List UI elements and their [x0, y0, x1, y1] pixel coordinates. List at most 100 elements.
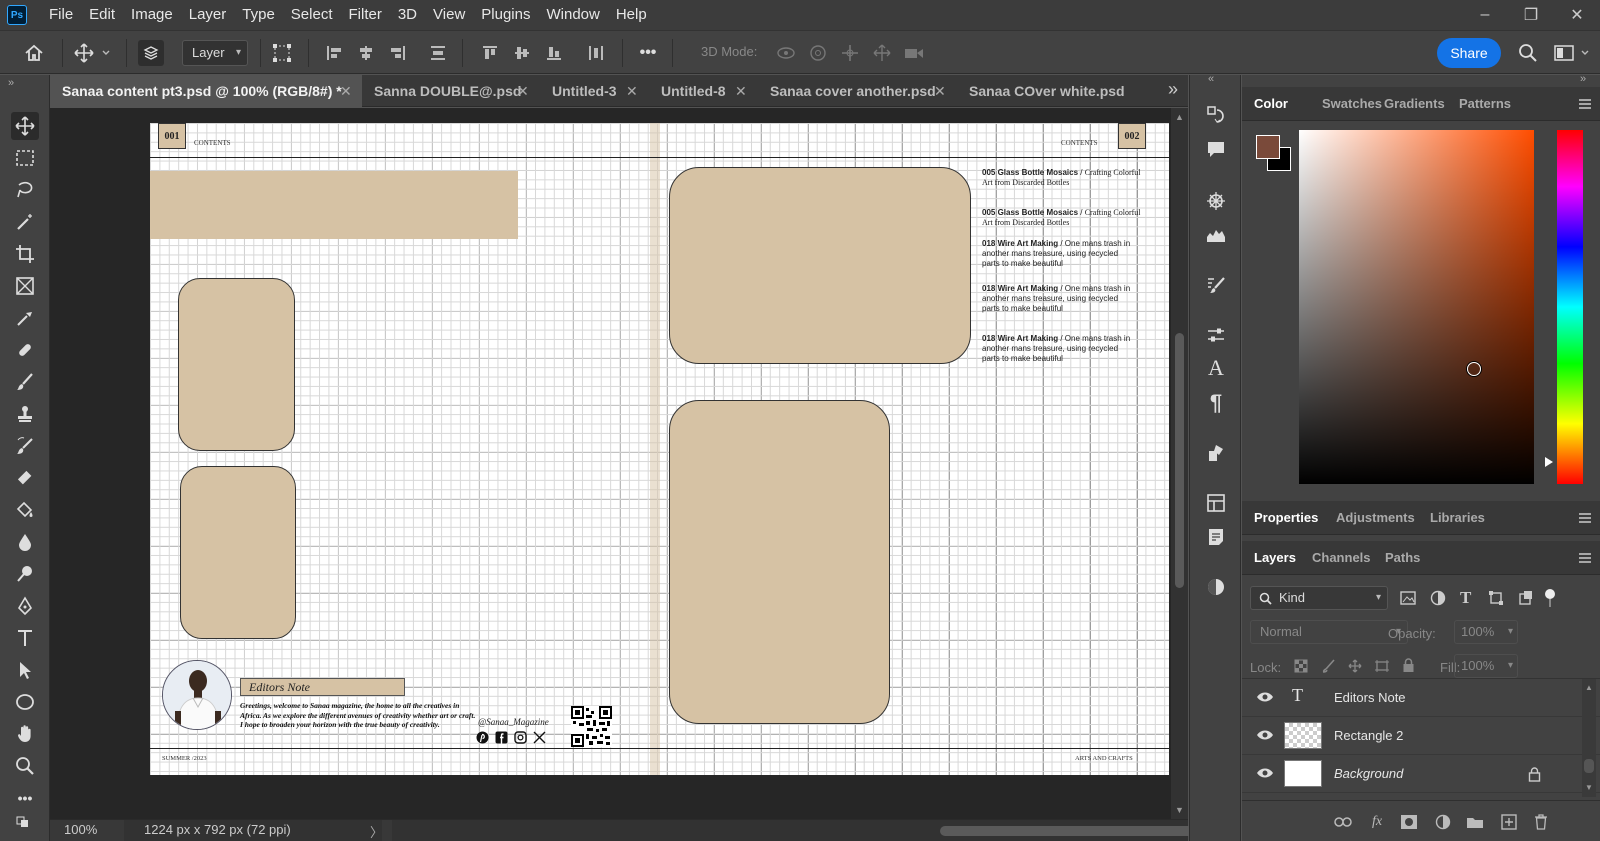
adjustment-filter-icon[interactable] [1430, 590, 1446, 606]
lock-position-icon[interactable] [1348, 659, 1362, 673]
shape-filter-icon[interactable] [1488, 590, 1504, 606]
menu-filter[interactable]: Filter [341, 0, 390, 30]
chevron-down-icon[interactable] [100, 41, 112, 65]
path-selection-icon[interactable] [11, 656, 39, 684]
chevron-down-icon[interactable] [1578, 41, 1592, 65]
tab-properties[interactable]: Properties [1254, 501, 1318, 535]
layer-name[interactable]: Background [1334, 755, 1403, 793]
scroll-up-icon[interactable]: ▲ [1175, 112, 1184, 122]
tab-paths[interactable]: Paths [1385, 541, 1420, 575]
history-panel-icon[interactable] [1203, 102, 1229, 128]
panel-menu-icon[interactable] [1578, 98, 1592, 110]
menu-3d[interactable]: 3D [390, 0, 425, 30]
auto-select-target-dropdown[interactable]: Layer ▾ [182, 40, 248, 66]
align-bottom-icon[interactable] [542, 41, 566, 65]
tab-sanna-double[interactable]: Sanna DOUBLE@.psd ✕ [362, 75, 540, 107]
menu-window[interactable]: Window [538, 0, 607, 30]
home-icon[interactable] [22, 41, 46, 65]
distribute-icon[interactable] [426, 41, 450, 65]
collapse-icon[interactable]: « [1208, 73, 1214, 85]
restore-button[interactable]: ❐ [1508, 0, 1554, 30]
menu-view[interactable]: View [425, 0, 473, 30]
edit-toolbar-icon[interactable]: ••• [11, 784, 39, 812]
search-icon[interactable] [1516, 41, 1540, 65]
move-tool-icon[interactable] [11, 112, 39, 140]
tab-untitled-8[interactable]: Untitled-8 ✕ [649, 75, 758, 107]
magic-wand-icon[interactable] [11, 208, 39, 236]
tab-sanaa-cover-another[interactable]: Sanaa cover another.psd ✕ [758, 75, 957, 107]
histogram-panel-icon[interactable] [1203, 221, 1229, 247]
horizontal-scroll-thumb[interactable] [940, 826, 1230, 836]
menu-help[interactable]: Help [608, 0, 655, 30]
paragraph-panel-icon[interactable]: ¶ [1203, 390, 1229, 416]
menu-file[interactable]: File [41, 0, 81, 30]
brushes-panel-icon[interactable] [1203, 272, 1229, 298]
eye-icon[interactable] [1256, 690, 1274, 704]
hue-slider-handle[interactable] [1545, 457, 1553, 467]
menu-image[interactable]: Image [123, 0, 181, 30]
properties-panel-icon[interactable] [1203, 322, 1229, 348]
align-hcenter-icon[interactable] [354, 41, 378, 65]
blur-tool-icon[interactable] [11, 528, 39, 556]
foreground-color-swatch[interactable] [1256, 135, 1280, 159]
3d-camera-icon[interactable] [902, 41, 926, 65]
eye-icon[interactable] [1256, 766, 1274, 780]
minimize-button[interactable]: – [1462, 0, 1508, 30]
tab-gradients[interactable]: Gradients [1384, 87, 1445, 121]
menu-layer[interactable]: Layer [181, 0, 235, 30]
healing-brush-icon[interactable] [11, 336, 39, 364]
lock-artboard-icon[interactable] [1374, 659, 1390, 673]
layer-effects-icon[interactable]: fx [1368, 813, 1386, 831]
3d-roll-icon[interactable] [806, 41, 830, 65]
tab-libraries[interactable]: Libraries [1430, 501, 1485, 535]
history-brush-icon[interactable] [11, 432, 39, 460]
auto-select-icon[interactable] [138, 40, 164, 66]
new-adjustment-layer-icon[interactable] [1434, 813, 1452, 831]
tab-swatches[interactable]: Swatches [1322, 87, 1382, 121]
layer-row-background[interactable]: Background [1242, 755, 1600, 793]
layers-scrollbar[interactable]: ▲ ▼ [1582, 679, 1596, 797]
status-menu-arrow[interactable]: 〉 [370, 822, 383, 841]
tab-adjustments[interactable]: Adjustments [1336, 501, 1415, 535]
crop-tool-icon[interactable] [11, 240, 39, 268]
close-icon[interactable]: ✕ [735, 75, 747, 107]
layer-row-rectangle-2[interactable]: Rectangle 2 [1242, 717, 1600, 755]
tab-sanaa-content-pt3[interactable]: Sanaa content pt3.psd @ 100% (RGB/8#) * ✕ [50, 75, 362, 107]
collapse-icon[interactable]: » [1580, 73, 1586, 85]
image-filter-icon[interactable] [1400, 590, 1416, 606]
paint-bucket-icon[interactable] [11, 496, 39, 524]
pen-tool-icon[interactable] [11, 592, 39, 620]
stamp-tool-icon[interactable] [11, 400, 39, 428]
brush-tool-icon[interactable] [11, 368, 39, 396]
tab-patterns[interactable]: Patterns [1459, 87, 1511, 121]
share-button[interactable]: Share [1437, 38, 1501, 68]
navigator-panel-icon[interactable] [1203, 574, 1229, 600]
fill-field[interactable]: 100% ▾ [1454, 654, 1518, 678]
notes-panel-icon[interactable] [1203, 524, 1229, 550]
zoom-level[interactable]: 100% [64, 822, 97, 837]
align-vcenter-icon[interactable] [510, 41, 534, 65]
layer-filter-dropdown[interactable]: Kind ▾ [1250, 586, 1388, 610]
align-right-icon[interactable] [386, 41, 410, 65]
libraries-panel-icon[interactable] [1203, 490, 1229, 516]
tab-sanaa-cover-white[interactable]: Sanaa COver white.psd [957, 75, 1137, 107]
layer-row-editors-note[interactable]: T Editors Note [1242, 679, 1600, 717]
ellipse-tool-icon[interactable] [11, 688, 39, 716]
vertical-scrollbar[interactable]: ▲ ▼ [1171, 108, 1188, 819]
transform-controls-icon[interactable] [270, 41, 294, 65]
panel-menu-icon[interactable] [1578, 512, 1592, 524]
tab-layers[interactable]: Layers [1254, 541, 1296, 575]
scroll-down-icon[interactable]: ▼ [1175, 805, 1184, 815]
frame-tool-icon[interactable] [11, 272, 39, 300]
delete-layer-icon[interactable] [1532, 813, 1550, 831]
menu-edit[interactable]: Edit [81, 0, 123, 30]
tabs-overflow-icon[interactable]: » [1168, 79, 1178, 100]
tool-presets-icon[interactable] [1203, 440, 1229, 466]
dodge-tool-icon[interactable] [11, 560, 39, 588]
3d-orbit-icon[interactable] [774, 41, 798, 65]
comments-panel-icon[interactable] [1203, 136, 1229, 162]
lock-all-icon[interactable] [1402, 658, 1415, 673]
menu-select[interactable]: Select [283, 0, 341, 30]
new-group-icon[interactable] [1466, 813, 1484, 831]
default-colors-icon[interactable] [11, 812, 39, 832]
